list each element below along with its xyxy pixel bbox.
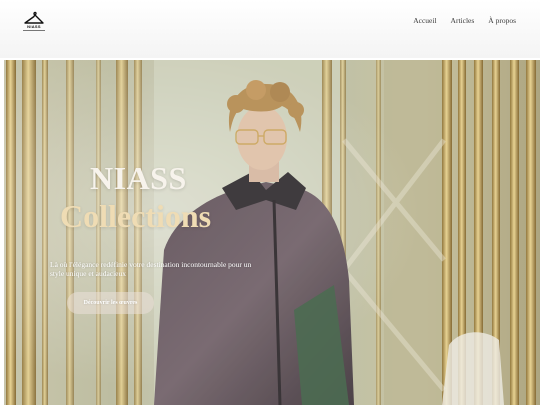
main-nav: Accueil Articles À propos: [413, 16, 516, 25]
brand-logo[interactable]: NIASS: [23, 11, 45, 31]
hero-description: Là où l'élégance redéfinie votre destina…: [50, 260, 252, 278]
nav-link-accueil[interactable]: Accueil: [413, 16, 436, 25]
hero-subtitle: Collections: [60, 198, 212, 234]
hanger-icon: [24, 11, 44, 24]
logo-text: NIASS: [27, 24, 41, 29]
hero-title: NIASS: [90, 160, 187, 196]
discover-works-button[interactable]: Découvrir les œuvres: [67, 292, 154, 314]
nav-link-articles[interactable]: Articles: [451, 16, 475, 25]
nav-link-a-propos[interactable]: À propos: [488, 16, 516, 25]
logo-underline: [23, 30, 45, 31]
site-header: NIASS Accueil Articles À propos: [0, 0, 540, 58]
hero-banner: NIASS Collections Là où l'élégance redéf…: [4, 60, 540, 405]
